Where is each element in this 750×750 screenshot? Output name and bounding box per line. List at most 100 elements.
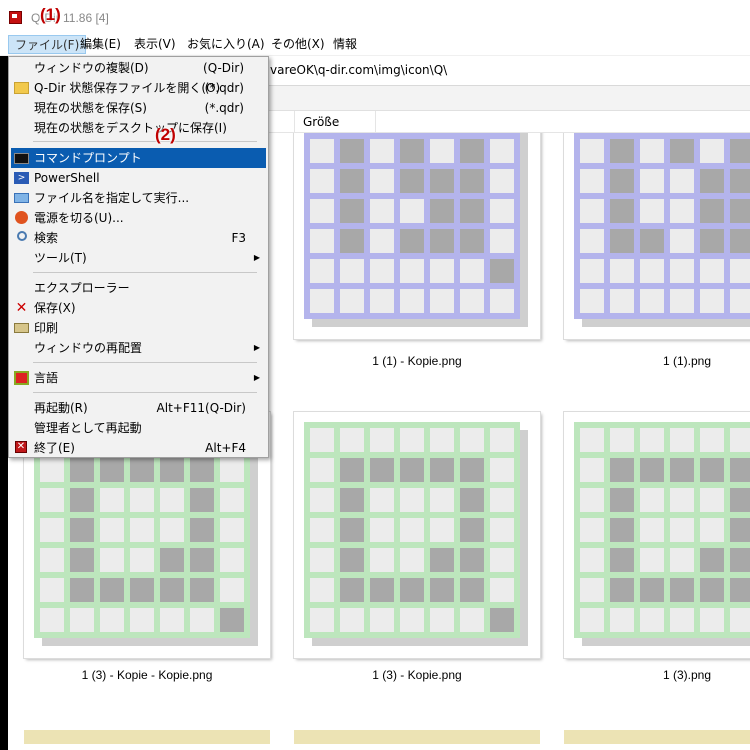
menu-edit[interactable]: 編集(E) <box>74 35 127 54</box>
thumbnail-cell <box>160 488 184 512</box>
submenu-arrow-icon: ▶ <box>253 253 260 262</box>
thumbnail-cell <box>490 229 514 253</box>
menu-item-restart-admin[interactable]: 管理者として再起動 <box>11 418 266 438</box>
file-thumbnail[interactable] <box>294 412 540 658</box>
menu-item-language[interactable]: 言語 ▶ <box>11 368 266 388</box>
thumbnail-cell <box>40 548 64 572</box>
thumbnail-cell <box>340 578 364 602</box>
thumbnail-cell <box>610 229 634 253</box>
thumbnail-cell <box>220 548 244 572</box>
thumbnail-cell <box>730 518 750 542</box>
thumbnail-cell <box>670 548 694 572</box>
thumbnail-cell <box>310 139 334 163</box>
thumbnail-cell <box>640 259 664 283</box>
menu-item-open-state[interactable]: Q-Dir 状態保存ファイルを開く(O) (*.qdr) <box>11 78 266 98</box>
thumbnail-cell <box>400 199 424 223</box>
file-menu-dropdown: ウィンドウの複製(D) (Q-Dir) Q-Dir 状態保存ファイルを開く(O)(… <box>8 56 269 458</box>
file-thumbnail[interactable] <box>294 133 540 339</box>
menu-item-run[interactable]: ファイル名を指定して実行... <box>11 188 266 208</box>
thumbnail-cell <box>700 139 724 163</box>
file-name[interactable]: 1 (1) - Kopie.png <box>294 354 540 368</box>
menu-separator <box>33 141 257 142</box>
thumbnail-cell <box>670 518 694 542</box>
menu-item-print[interactable]: 印刷 <box>11 318 266 338</box>
thumbnail-cell <box>400 548 424 572</box>
menu-item-command-prompt[interactable]: コマンドプロンプト <box>11 148 266 168</box>
thumbnail-cell <box>70 518 94 542</box>
file-name[interactable]: 1 (3) - Kopie.png <box>294 668 540 682</box>
thumbnail-cell <box>430 169 454 193</box>
thumbnail-cell <box>700 199 724 223</box>
thumbnail-cell <box>730 259 750 283</box>
thumbnail-cell <box>490 139 514 163</box>
thumbnail-cell <box>370 428 394 452</box>
thumbnail-cell <box>100 548 124 572</box>
menu-item-powershell[interactable]: > PowerShell <box>11 168 266 188</box>
menu-view[interactable]: 表示(V) <box>128 35 182 54</box>
thumbnail-cell <box>100 608 124 632</box>
file-thumbnail-partial[interactable] <box>564 724 750 744</box>
thumbnail-cell <box>730 608 750 632</box>
menu-item-duplicate-window[interactable]: ウィンドウの複製(D) (Q-Dir) <box>11 58 266 78</box>
file-thumbnail-partial[interactable] <box>294 724 540 744</box>
menu-item-rearrange[interactable]: ウィンドウの再配置 ▶ <box>11 338 266 358</box>
thumbnail-cell <box>130 578 154 602</box>
thumbnail-cell <box>400 488 424 512</box>
thumbnail-cell <box>430 608 454 632</box>
thumbnail-cell <box>430 578 454 602</box>
thumbnail-cell <box>700 488 724 512</box>
thumbnail-cell <box>40 458 64 482</box>
thumbnail-cell <box>670 229 694 253</box>
thumbnail-cell <box>400 289 424 313</box>
thumbnail-cell <box>580 548 604 572</box>
thumbnail-cell <box>700 518 724 542</box>
thumbnail-cell <box>610 488 634 512</box>
column-size[interactable]: Größe <box>294 111 376 133</box>
menu-item-save[interactable]: ✕ 保存(X) <box>11 298 266 318</box>
thumbnail-cell <box>370 488 394 512</box>
menu-item-save-desktop[interactable]: 現在の状態をデスクトップに保存(I) <box>11 118 266 138</box>
thumbnail-cell <box>400 259 424 283</box>
menu-item-exit[interactable]: ✕ 終了(E) Alt+F4 <box>11 438 266 458</box>
thumbnail-cell <box>340 199 364 223</box>
menu-item-search[interactable]: 検索 F3 <box>11 228 266 248</box>
menu-item-tools[interactable]: ツール(T) ▶ <box>11 248 266 268</box>
menu-favorites[interactable]: お気に入り(A) <box>181 35 271 54</box>
file-name[interactable]: 1 (3) - Kopie - Kopie.png <box>24 668 270 682</box>
thumbnail-cell <box>400 518 424 542</box>
thumbnail-cell <box>610 169 634 193</box>
thumbnail-cell <box>130 458 154 482</box>
thumbnail-cell <box>460 199 484 223</box>
menu-bar: ファイル(F) 編集(E) 表示(V) お気に入り(A) その他(X) 情報 <box>0 32 750 56</box>
thumbnail-cell <box>580 428 604 452</box>
menu-item-save-state[interactable]: 現在の状態を保存(S) (*.qdr) <box>11 98 266 118</box>
menu-other[interactable]: その他(X) <box>265 35 331 54</box>
thumbnail-cell <box>580 139 604 163</box>
app-icon[interactable] <box>9 11 22 24</box>
thumbnail-cell <box>700 578 724 602</box>
menu-info[interactable]: 情報 <box>327 35 363 54</box>
thumbnail-cell <box>340 229 364 253</box>
menu-item-explorer[interactable]: エクスプローラー <box>11 278 266 298</box>
thumbnail-cell <box>430 139 454 163</box>
menu-item-shutdown[interactable]: 電源を切る(U)... <box>11 208 266 228</box>
thumbnail-cell <box>460 518 484 542</box>
thumbnail-cell <box>370 199 394 223</box>
thumbnail-cell <box>190 578 214 602</box>
file-thumbnail[interactable] <box>564 412 750 658</box>
thumbnail-cell <box>100 458 124 482</box>
file-thumbnail-partial[interactable] <box>24 724 270 744</box>
file-name[interactable]: 1 (3).png <box>564 668 750 682</box>
submenu-arrow-icon: ▶ <box>253 373 260 382</box>
thumbnail-cell <box>610 458 634 482</box>
language-icon <box>14 371 29 385</box>
thumbnail-cell <box>190 488 214 512</box>
exit-icon: ✕ <box>15 441 27 453</box>
file-name[interactable]: 1 (1).png <box>564 354 750 368</box>
file-thumbnail[interactable] <box>564 133 750 339</box>
thumbnail-cell <box>460 139 484 163</box>
menu-item-restart[interactable]: 再起動(R) Alt+F11(Q-Dir) <box>11 398 266 418</box>
thumbnail-cell <box>430 458 454 482</box>
thumbnail-cell <box>370 518 394 542</box>
thumbnail-cell <box>670 428 694 452</box>
